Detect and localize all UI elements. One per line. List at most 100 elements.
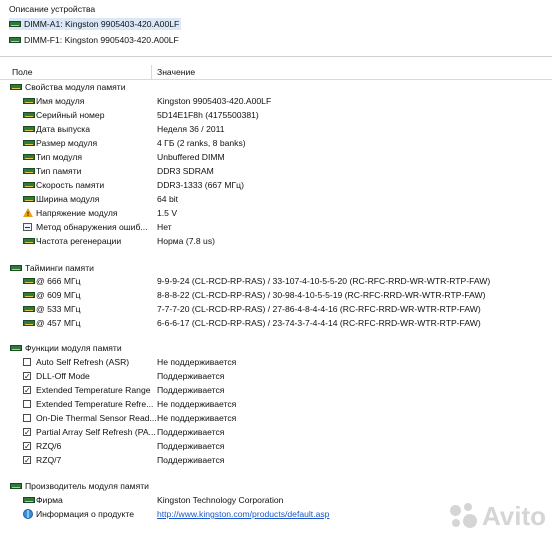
section-title: Свойства модуля памяти: [25, 82, 126, 92]
list-item[interactable]: Extended Temperature Range Поддерживаетс…: [0, 384, 552, 397]
feature-value: Поддерживается: [157, 455, 225, 465]
device-panel-title: Описание устройства: [9, 4, 96, 14]
memory-module-icon: [23, 168, 35, 174]
memory-module-icon: [23, 196, 35, 202]
list-item[interactable]: Размер модуля 4 ГБ (2 ranks, 8 banks): [0, 137, 552, 150]
property-label: Тип модуля: [36, 152, 83, 162]
property-label: Серийный номер: [36, 110, 105, 120]
list-item[interactable]: Тип памяти DDR3 SDRAM: [0, 165, 552, 178]
memory-module-icon: [23, 497, 35, 503]
list-item[interactable]: Скорость памяти DDR3-1333 (667 МГц): [0, 179, 552, 192]
device-item-label: DIMM-A1: Kingston 9905403-420.A00LF: [24, 19, 180, 29]
property-label: Тип памяти: [36, 166, 82, 176]
feature-label: DLL-Off Mode: [36, 371, 90, 381]
memory-module-icon: [23, 278, 35, 284]
property-value: Норма (7.8 us): [157, 236, 215, 246]
device-item-dimm-a1[interactable]: DIMM-A1: Kingston 9905403-420.A00LF: [9, 18, 182, 30]
memory-module-icon: [23, 320, 35, 326]
list-item[interactable]: Ширина модуля 64 bit: [0, 193, 552, 206]
timing-value: 9-9-9-24 (CL-RCD-RP-RAS) / 33-107-4-10-5…: [157, 276, 491, 286]
checkbox-unchecked-icon: [23, 414, 31, 422]
feature-label: Partial Array Self Refresh (PA...: [36, 427, 156, 437]
list-item[interactable]: @ 457 МГц 6-6-6-17 (CL-RCD-RP-RAS) / 23-…: [0, 317, 552, 330]
memory-module-icon: [23, 126, 35, 132]
property-value: 5D14E1F8h (4175500381): [157, 110, 259, 120]
product-info-link[interactable]: http://www.kingston.com/products/default…: [157, 508, 329, 521]
manufacturer-name: Kingston Technology Corporation: [157, 495, 284, 505]
property-value: 4 ГБ (2 ranks, 8 banks): [157, 138, 246, 148]
list-item[interactable]: @ 609 МГц 8-8-8-22 (CL-RCD-RP-RAS) / 30-…: [0, 289, 552, 302]
property-label: Информация о продукте: [36, 509, 134, 519]
feature-label: Extended Temperature Range: [36, 385, 151, 395]
timing-label: @ 609 МГц: [36, 290, 81, 300]
property-label: Дата выпуска: [36, 124, 91, 134]
section-module-manufacturer[interactable]: Производитель модуля памяти: [0, 480, 552, 493]
feature-label: RZQ/7: [36, 455, 62, 465]
property-label: Имя модуля: [36, 96, 85, 106]
warning-icon: [23, 208, 33, 222]
timing-value: 6-6-6-17 (CL-RCD-RP-RAS) / 23-74-3-7-4-4…: [157, 318, 481, 328]
memory-module-icon: [9, 37, 21, 43]
property-value: Unbuffered DIMM: [157, 152, 225, 162]
memory-module-icon: [23, 112, 35, 118]
list-item[interactable]: Partial Array Self Refresh (PA... Поддер…: [0, 426, 552, 439]
list-item[interactable]: Серийный номер 5D14E1F8h (4175500381): [0, 109, 552, 122]
section-memory-timings[interactable]: Тайминги памяти: [0, 262, 552, 275]
property-value: DDR3-1333 (667 МГц): [157, 180, 244, 190]
property-value: Неделя 36 / 2011: [157, 124, 225, 134]
timing-value: 8-8-8-22 (CL-RCD-RP-RAS) / 30-98-4-10-5-…: [157, 290, 486, 300]
property-value: Нет: [157, 222, 172, 232]
list-item[interactable]: RZQ/6 Поддерживается: [0, 440, 552, 453]
device-item-dimm-f1[interactable]: DIMM-F1: Kingston 9905403-420.A00LF: [9, 34, 181, 46]
memory-module-icon: [23, 238, 35, 244]
section-title: Производитель модуля памяти: [25, 481, 149, 491]
property-value: Kingston 9905403-420.A00LF: [157, 96, 272, 106]
property-value: 64 bit: [157, 194, 179, 204]
property-label: Скорость памяти: [36, 180, 105, 190]
column-header-value[interactable]: Значение: [157, 65, 195, 79]
list-item[interactable]: Имя модуля Kingston 9905403-420.A00LF: [0, 95, 552, 108]
column-header-field[interactable]: Поле: [12, 65, 33, 79]
memory-module-icon: [23, 98, 35, 104]
section-module-features[interactable]: Функции модуля памяти: [0, 342, 552, 355]
feature-value: Не поддерживается: [157, 357, 237, 367]
list-item[interactable]: Метод обнаружения ошиб... Нет: [0, 221, 552, 234]
memory-module-icon: [10, 483, 22, 489]
checkbox-checked-icon: [23, 426, 31, 439]
feature-value: Поддерживается: [157, 371, 225, 381]
property-label: Частота регенерации: [36, 236, 122, 246]
memory-module-icon: [23, 140, 35, 146]
section-module-properties[interactable]: Свойства модуля памяти: [0, 81, 552, 94]
column-header: Поле Значение: [0, 65, 552, 80]
watermark-text: Avito: [481, 501, 546, 531]
section-title: Функции модуля памяти: [25, 343, 122, 353]
device-panel: Описание устройства DIMM-A1: Kingston 99…: [0, 0, 552, 57]
memory-module-icon: [23, 182, 35, 188]
list-item[interactable]: Напряжение модуля 1.5 V: [0, 207, 552, 222]
property-value: 1.5 V: [157, 208, 178, 218]
checkbox-checked-icon: [23, 454, 31, 467]
list-item[interactable]: @ 666 МГц 9-9-9-24 (CL-RCD-RP-RAS) / 33-…: [0, 275, 552, 288]
property-label: Напряжение модуля: [36, 208, 118, 218]
list-item[interactable]: Частота регенерации Норма (7.8 us): [0, 235, 552, 248]
feature-label: On-Die Thermal Sensor Read...: [36, 413, 157, 423]
list-item[interactable]: Auto Self Refresh (ASR) Не поддерживаетс…: [0, 356, 552, 369]
feature-value: Поддерживается: [157, 427, 225, 437]
feature-value: Не поддерживается: [157, 399, 237, 409]
section-title: Тайминги памяти: [25, 263, 94, 273]
list-item[interactable]: Тип модуля Unbuffered DIMM: [0, 151, 552, 164]
list-item[interactable]: DLL-Off Mode Поддерживается: [0, 370, 552, 383]
list-item[interactable]: RZQ/7 Поддерживается: [0, 454, 552, 467]
device-item-label: DIMM-F1: Kingston 9905403-420.A00LF: [24, 35, 179, 45]
list-item[interactable]: On-Die Thermal Sensor Read... Не поддерж…: [0, 412, 552, 425]
list-item[interactable]: @ 533 МГц 7-7-7-20 (CL-RCD-RP-RAS) / 27-…: [0, 303, 552, 316]
memory-module-icon: [10, 345, 22, 351]
checkbox-unchecked-icon: [23, 358, 31, 366]
column-divider[interactable]: [151, 65, 152, 79]
property-label: Фирма: [36, 495, 63, 505]
timing-label: @ 457 МГц: [36, 318, 81, 328]
memory-module-icon: [9, 21, 21, 27]
list-item[interactable]: Extended Temperature Refre... Не поддерж…: [0, 398, 552, 411]
memory-module-icon: [23, 292, 35, 298]
list-item[interactable]: Дата выпуска Неделя 36 / 2011: [0, 123, 552, 136]
